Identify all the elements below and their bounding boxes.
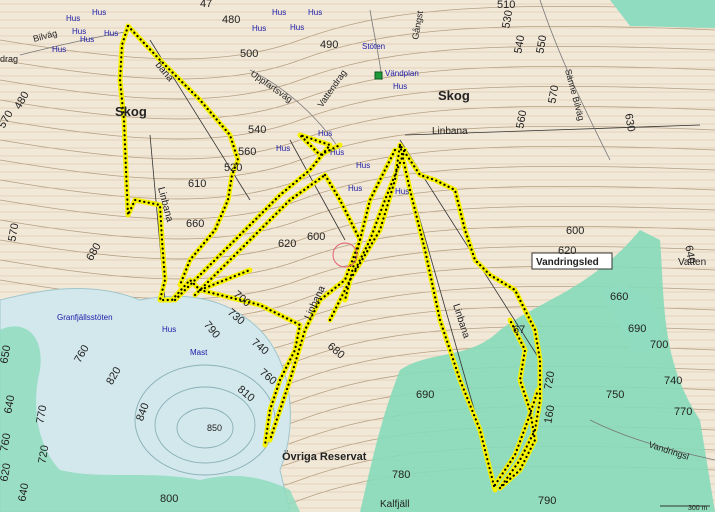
elevation-label: 490 [320,39,338,51]
elevation-label: 690 [416,389,434,401]
hus-label: Hus [348,184,362,193]
lift-label-linbana-north: Linbana [432,126,468,137]
elevation-label: 790 [538,495,556,507]
hus-label: Hus [272,8,286,17]
elevation-label: 660 [186,218,204,230]
elevation-label: 480 [222,14,240,26]
hus-label: Hus [162,325,176,334]
elevation-label: 67 [513,324,525,336]
scale-label: 300 m [688,505,708,512]
elevation-label: 780 [392,469,410,481]
place-name-ovriga-reservat: Övriga Reservat [282,450,367,463]
vandringsled-label: Vandringsled [536,257,599,268]
hus-label: Hus [308,8,322,17]
elevation-label: 600 [566,225,584,237]
hus-label: Hus [290,23,304,32]
elevation-label: 690 [628,323,646,335]
elevation-label: 610 [188,178,206,190]
hus-label: Hus [104,29,118,38]
place-name-kalfjall: Kalfjäll [380,499,409,510]
place-name-granfjallsstoten: Granfjällsstöten [57,313,113,322]
elevation-label: 750 [606,389,624,401]
place-name-mast: Mast [190,348,208,357]
elevation-label: 770 [674,406,692,418]
elevation-label: 620 [558,245,576,257]
hus-label: Hus [276,144,290,153]
road-label-drag: drag [0,54,18,64]
elevation-label: 850 [207,423,222,433]
elevation-label: 540 [248,124,266,136]
hus-label: Hus [318,129,332,138]
hus-label: Hus [66,14,80,23]
elevation-label: 660 [610,291,628,303]
elevation-label: 800 [160,493,178,505]
elevation-label: 740 [664,375,682,387]
hus-label: Hus [92,8,106,17]
elevation-label: 500 [240,48,258,60]
elevation-label: 510 [497,0,515,11]
elevation-label: 600 [307,231,325,243]
hus-label: Hus [393,82,407,91]
vandplan-marker-icon[interactable] [374,71,383,80]
elevation-label: 560 [238,146,256,158]
elevation-label: 700 [650,339,668,351]
hus-label: Hus [252,24,266,33]
elevation-label: 47 [200,0,212,10]
place-name-skog-west: Skog [115,104,147,119]
hus-label: Hus [80,35,94,44]
map-canvas: Skog Skog Övriga Reservat Kalfjäll Granf… [0,0,715,512]
hus-label: Hus [52,45,66,54]
elevation-label: 520 [224,162,242,174]
hus-label: Hus [356,161,370,170]
hus-label: Hus [395,187,409,196]
label-vandplan: Vändplan [385,69,419,78]
place-name-stoten: Stöten [362,42,385,51]
place-name-skog-north: Skog [438,88,470,103]
topographic-map[interactable]: Skog Skog Övriga Reservat Kalfjäll Granf… [0,0,715,512]
hus-label: Hus [330,148,344,157]
elevation-label: 620 [278,238,296,250]
